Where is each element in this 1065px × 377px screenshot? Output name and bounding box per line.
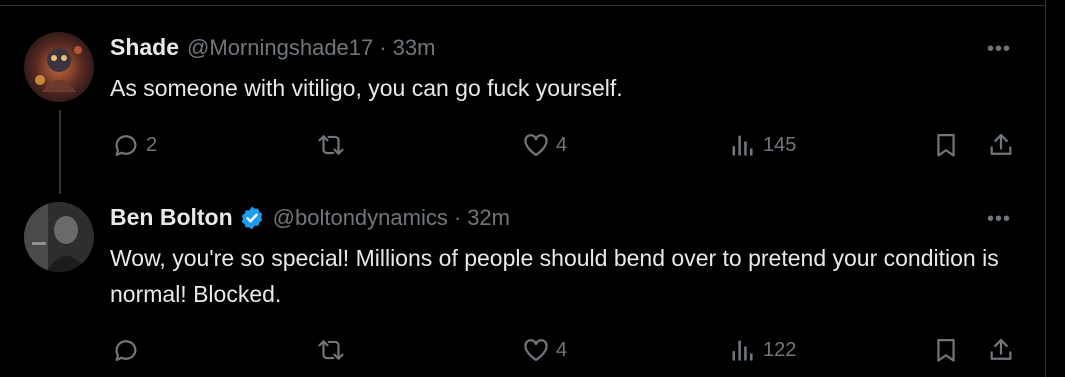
bookmark-button[interactable] <box>932 131 960 159</box>
retweet-button[interactable] <box>316 336 352 364</box>
user-handle[interactable]: @Morningshade17 <box>187 35 373 61</box>
top-divider <box>0 0 1046 6</box>
retweet-icon <box>316 336 346 364</box>
display-name[interactable]: Shade <box>110 34 179 61</box>
heart-icon <box>522 131 550 159</box>
avatar[interactable] <box>24 202 94 272</box>
share-button[interactable] <box>987 131 1015 159</box>
retweet-button[interactable] <box>316 131 352 159</box>
analytics-icon <box>729 131 757 159</box>
reply-count: 2 <box>146 133 158 156</box>
tweet-header: Shade @Morningshade17 · 33m <box>110 34 435 61</box>
analytics-icon <box>729 336 757 364</box>
heart-icon <box>522 336 550 364</box>
view-count: 145 <box>763 133 797 156</box>
reply-icon <box>112 131 140 159</box>
view-count: 122 <box>763 338 797 361</box>
reply-button[interactable] <box>112 336 146 364</box>
like-count: 4 <box>556 338 568 361</box>
bookmark-icon <box>932 131 960 159</box>
more-options-icon[interactable]: ••• <box>987 208 1011 231</box>
thread-connector-line <box>59 110 61 194</box>
user-handle[interactable]: @boltondynamics <box>273 205 448 231</box>
share-icon <box>987 131 1015 159</box>
views-button[interactable]: 122 <box>729 336 796 364</box>
separator: · <box>379 34 387 60</box>
avatar[interactable] <box>24 32 94 102</box>
tweet-text: As someone with vitiligo, you can go fuc… <box>110 75 623 101</box>
verified-badge-icon[interactable] <box>239 205 265 231</box>
like-button[interactable]: 4 <box>522 131 567 159</box>
retweet-icon <box>316 131 346 159</box>
share-button[interactable] <box>987 336 1015 364</box>
more-options-icon[interactable]: ••• <box>987 38 1011 61</box>
column-divider <box>1045 0 1046 377</box>
timestamp[interactable]: 32m <box>467 205 510 231</box>
bookmark-button[interactable] <box>932 336 960 364</box>
display-name[interactable]: Ben Bolton <box>110 204 233 231</box>
bookmark-icon <box>932 336 960 364</box>
reply-icon <box>112 336 140 364</box>
like-button[interactable]: 4 <box>522 336 567 364</box>
timestamp[interactable]: 33m <box>393 35 436 61</box>
views-button[interactable]: 145 <box>729 131 796 159</box>
reply-button[interactable]: 2 <box>112 131 157 159</box>
share-icon <box>987 336 1015 364</box>
tweet-header: Ben Bolton @boltondynamics · 32m <box>110 204 510 231</box>
separator: · <box>453 204 462 230</box>
tweet-text: Wow, you're so special! Millions of peop… <box>110 245 999 307</box>
like-count: 4 <box>556 133 568 156</box>
